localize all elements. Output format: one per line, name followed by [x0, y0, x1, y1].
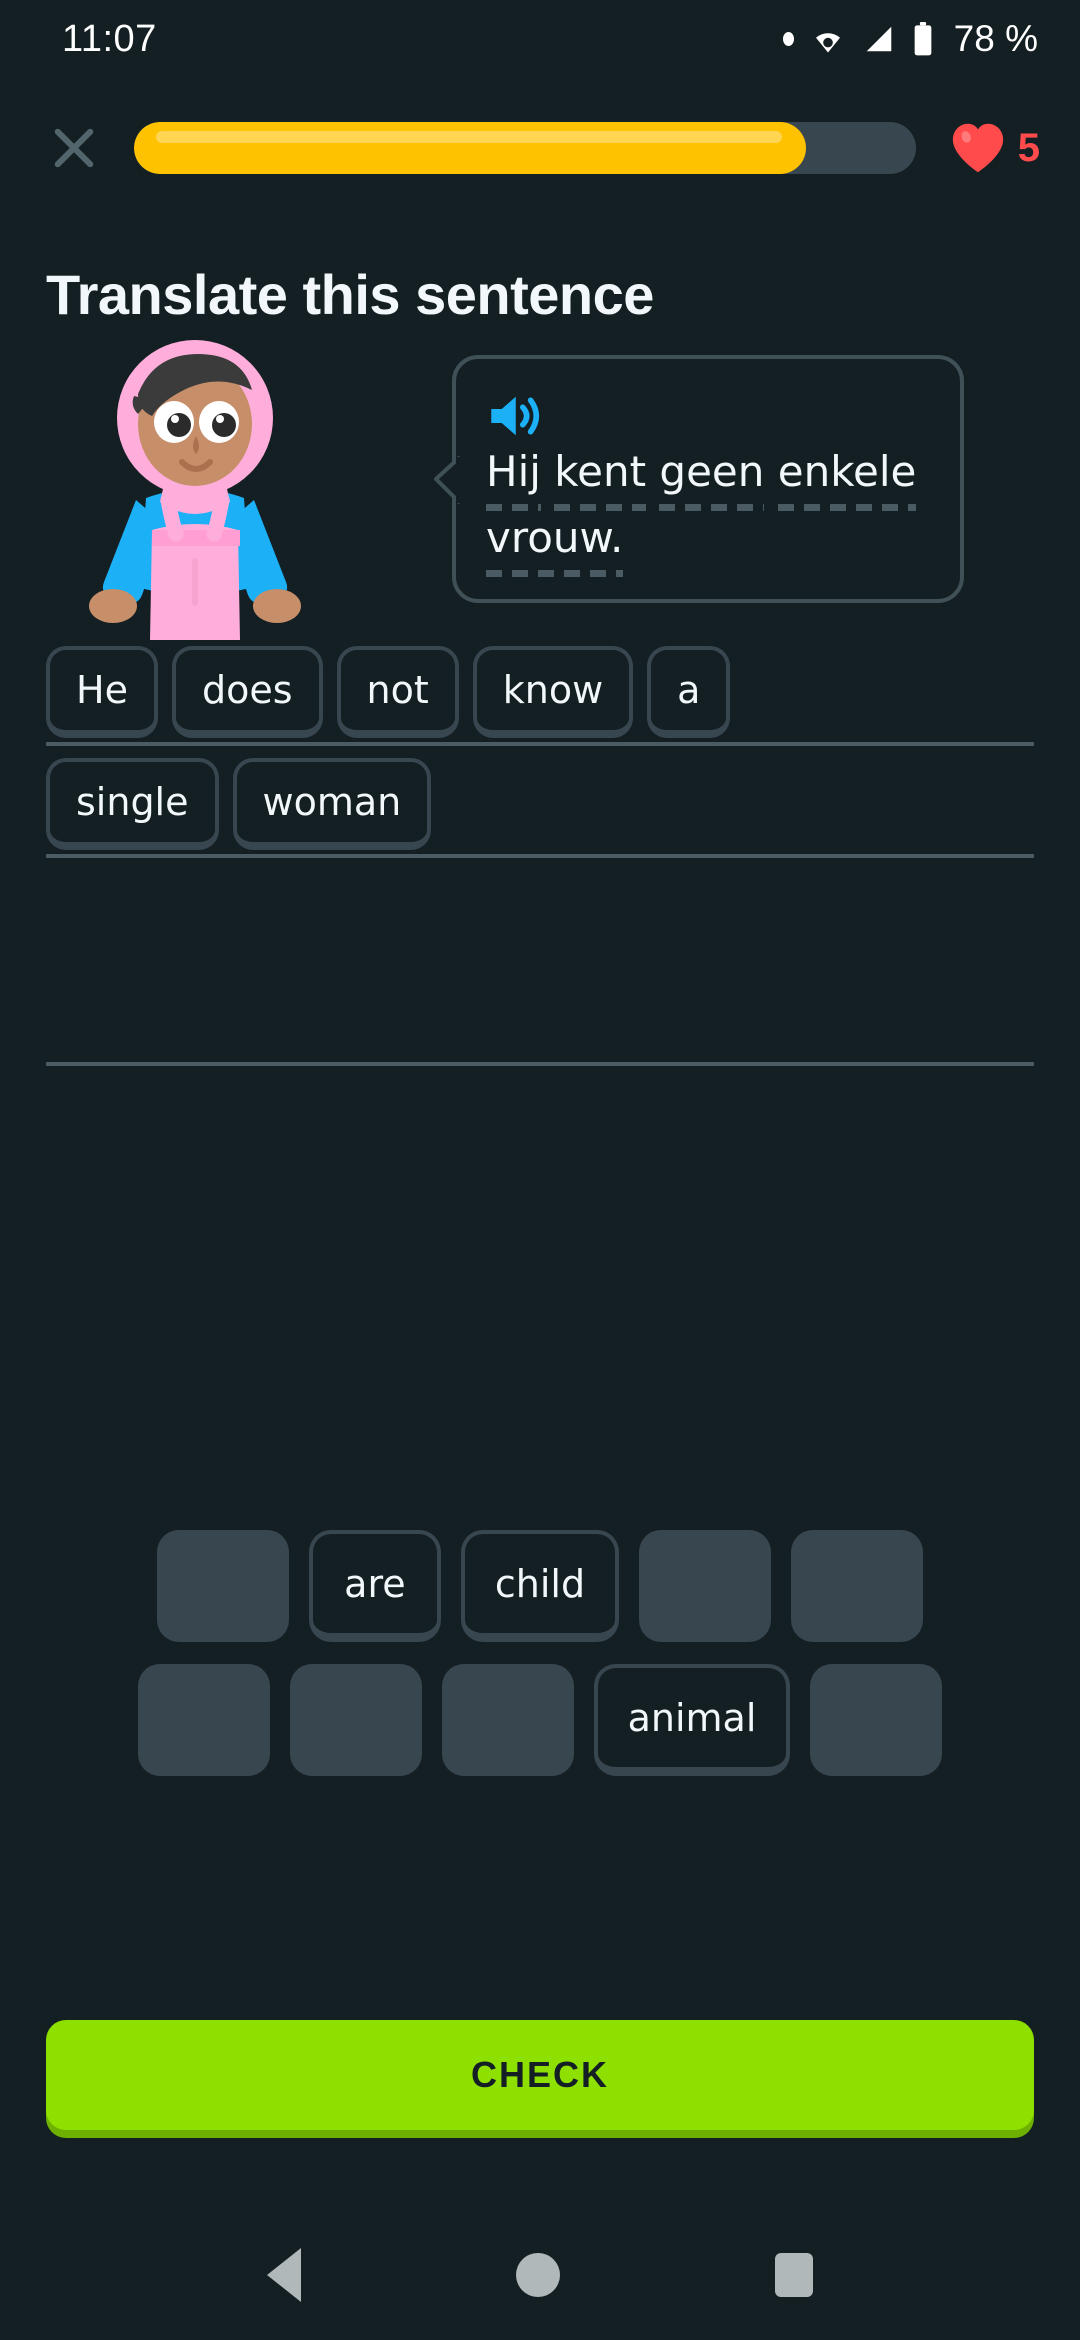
bubble-tail: [434, 455, 460, 505]
word-bank-tile-used: [791, 1530, 924, 1642]
word-bank-row-2: animal: [0, 1664, 1080, 1776]
answer-tiles-row-2: single woman: [46, 758, 432, 850]
answer-area: He does not know a single woman: [0, 634, 1080, 1066]
word-bank-tile-used: [137, 1664, 270, 1776]
lesson-progress-bar: [134, 122, 916, 174]
answer-tile[interactable]: He: [46, 646, 158, 738]
answer-row: He does not know a: [0, 634, 1080, 746]
close-icon[interactable]: [38, 112, 110, 184]
battery-percent: 78 %: [953, 18, 1038, 59]
word-bank-row-1: are child: [0, 1530, 1080, 1642]
dutch-sentence[interactable]: Hij kent geen enkele vrouw.: [486, 441, 930, 577]
zari-character: [89, 340, 301, 640]
hearts-indicator[interactable]: 5: [950, 122, 1040, 174]
progress-shine: [156, 131, 783, 143]
dutch-word[interactable]: geen: [659, 441, 764, 511]
dutch-word[interactable]: Hij: [486, 441, 541, 511]
word-bank-tile-used: [289, 1664, 422, 1776]
prompt-area: Hij kent geen enkele vrouw.: [0, 330, 1080, 640]
status-time: 11:07: [62, 17, 157, 60]
word-bank: are child animal: [0, 1530, 1080, 1798]
dutch-word[interactable]: vrouw.: [486, 507, 624, 577]
status-icons: 78 %: [782, 18, 1038, 60]
answer-tile[interactable]: does: [171, 646, 323, 738]
word-bank-tile[interactable]: child: [460, 1530, 620, 1642]
answer-row: single woman: [0, 746, 1080, 858]
heart-icon: [952, 123, 1003, 173]
word-bank-tile[interactable]: animal: [593, 1664, 791, 1776]
recents-square-icon[interactable]: [774, 2253, 813, 2297]
word-bank-tile-used: [156, 1530, 289, 1642]
page-title: Translate this sentence: [46, 263, 654, 326]
status-bar: 11:07 78 %: [0, 0, 1080, 78]
lesson-progress-fill: [134, 122, 807, 174]
speaker-icon[interactable]: [486, 391, 542, 441]
answer-rule: [46, 1062, 1034, 1066]
answer-tile[interactable]: single: [46, 758, 219, 850]
answer-tile[interactable]: not: [336, 646, 459, 738]
android-nav-bar: [0, 2210, 1080, 2340]
hearts-count: 5: [1017, 125, 1040, 170]
back-triangle-icon[interactable]: [267, 2248, 302, 2302]
answer-tile[interactable]: a: [647, 646, 731, 738]
word-bank-tile-used: [639, 1530, 772, 1642]
dutch-word[interactable]: kent: [554, 441, 646, 511]
lesson-header: 5: [0, 112, 1080, 184]
answer-tiles-row-1: He does not know a: [46, 646, 731, 738]
battery-icon: [914, 22, 932, 56]
word-bank-tile-used: [441, 1664, 574, 1776]
answer-tile[interactable]: woman: [232, 758, 432, 850]
answer-row: [0, 858, 1080, 1066]
word-bank-tile[interactable]: are: [308, 1530, 441, 1642]
wifi-icon: [815, 33, 840, 53]
signal-icon: [866, 26, 891, 52]
dot-icon: [782, 32, 794, 46]
answer-tile[interactable]: know: [472, 646, 634, 738]
home-circle-icon[interactable]: [515, 2253, 560, 2297]
sentence-bubble: Hij kent geen enkele vrouw.: [434, 355, 964, 603]
dutch-word[interactable]: enkele: [777, 441, 916, 511]
word-bank-tile-used: [810, 1664, 943, 1776]
check-button[interactable]: CHECK: [46, 2020, 1034, 2130]
